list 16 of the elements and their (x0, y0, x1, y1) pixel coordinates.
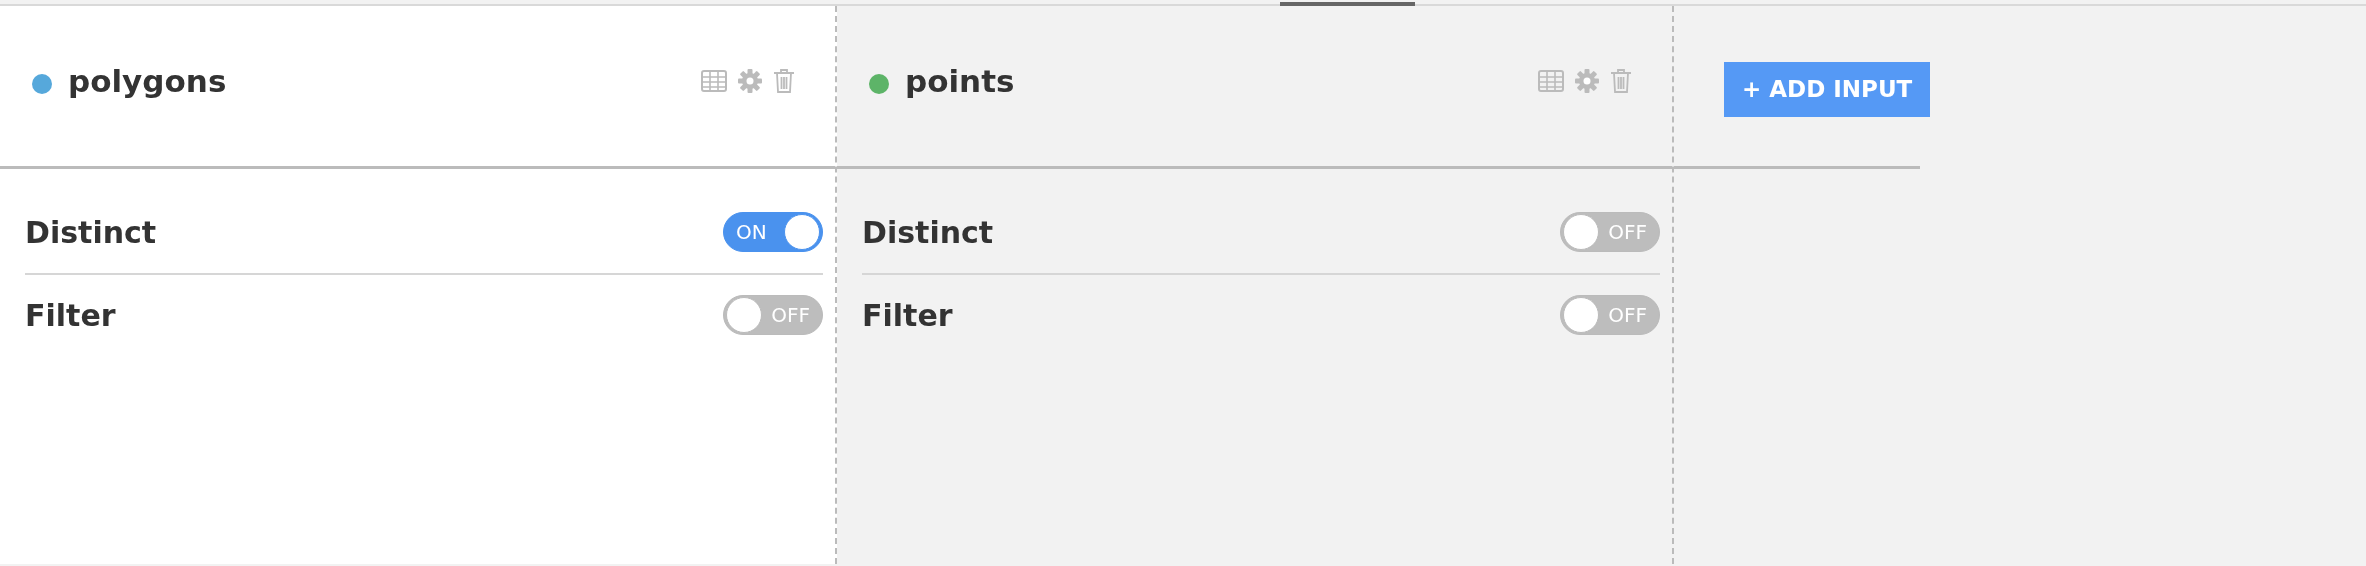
setting-label: Filter (25, 296, 116, 335)
input-name: polygons (68, 61, 227, 101)
table-icon[interactable] (1538, 70, 1564, 92)
toggle-switch[interactable]: ON (723, 212, 823, 252)
input-name: points (905, 61, 1015, 101)
delete-icon[interactable] (1610, 68, 1632, 94)
drag-handle[interactable] (1280, 2, 1415, 6)
toggle-switch[interactable]: OFF (1560, 295, 1660, 335)
table-icon[interactable] (701, 70, 727, 92)
delete-icon[interactable] (773, 68, 795, 94)
setting-label: Filter (862, 296, 953, 335)
toggle-switch[interactable]: OFF (723, 295, 823, 335)
add-input-button[interactable]: + ADD INPUT (1724, 62, 1931, 117)
setting-label: Distinct (862, 213, 994, 252)
toggle-switch[interactable]: OFF (1560, 212, 1660, 252)
setting-label: Distinct (25, 213, 157, 252)
